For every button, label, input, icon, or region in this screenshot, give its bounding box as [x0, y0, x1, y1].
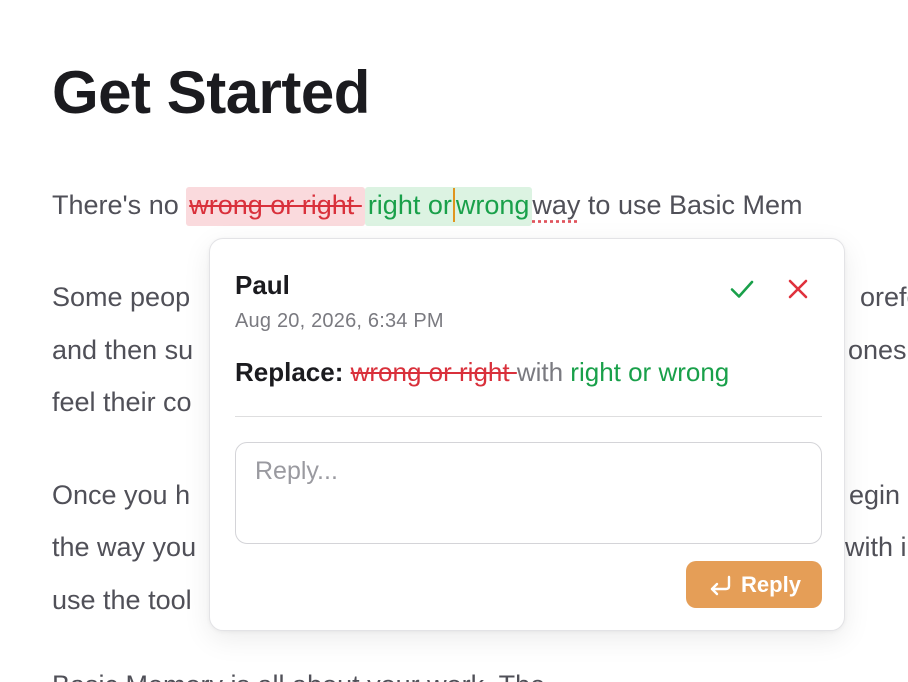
insertion-text-part1: right or	[367, 190, 452, 220]
text-cursor	[452, 188, 455, 222]
paragraph-3-line-3[interactable]: use the tool	[52, 585, 192, 616]
paragraph-3-line-1[interactable]: Once you h egin	[52, 480, 900, 511]
text-run: orefe	[860, 282, 908, 312]
text-run: Once you h	[52, 480, 191, 510]
reject-suggestion-button[interactable]	[781, 272, 815, 306]
text-run: There's no	[52, 190, 187, 220]
suggestion-comment-popover: Paul Aug 20, 2026, 6:34 PM Replace: wron…	[209, 238, 845, 631]
suggested-deletion[interactable]: wrong or right	[186, 187, 365, 226]
spellcheck-word[interactable]: way	[532, 190, 580, 220]
paragraph-2-line-2[interactable]: and then su ones	[52, 335, 907, 366]
change-description: Replace: wrong or right with right or wr…	[235, 357, 729, 388]
check-icon	[730, 280, 754, 298]
paragraph-4-line-1[interactable]: Basic Memory is all about your work. The	[52, 670, 545, 682]
divider	[235, 416, 822, 417]
comment-timestamp: Aug 20, 2026, 6:34 PM	[235, 310, 444, 332]
text-run: and then su	[52, 335, 194, 365]
accept-suggestion-button[interactable]	[725, 272, 759, 306]
text-run: ones	[848, 335, 907, 365]
return-arrow-icon	[710, 575, 731, 595]
old-text: wrong or right	[350, 357, 517, 387]
page-title: Get Started	[52, 59, 370, 126]
suggested-insertion[interactable]: right or wrong	[364, 187, 533, 226]
text-run: the way you	[52, 532, 197, 562]
with-word: with	[516, 357, 564, 387]
comment-author: Paul	[235, 270, 290, 300]
paragraph-3-line-2[interactable]: the way you with i	[52, 532, 907, 563]
reply-input[interactable]	[235, 442, 822, 544]
text-run: to use Basic Mem	[580, 190, 803, 220]
reply-button[interactable]: Reply	[686, 561, 822, 608]
new-text: right or wrong	[570, 357, 730, 387]
paragraph-2-line-1[interactable]: Some peop orefe	[52, 282, 908, 313]
text-run: with i	[845, 532, 907, 562]
text-run: use the tool	[52, 585, 192, 615]
reply-button-label: Reply	[741, 571, 801, 597]
insertion-text-part2: wrong	[455, 190, 530, 220]
text-run: Some peop	[52, 282, 191, 312]
replace-label: Replace:	[235, 357, 344, 387]
paragraph-1[interactable]: There's no wrong or right right or wrong w…	[52, 187, 803, 226]
paragraph-2-line-3[interactable]: feel their co	[52, 387, 192, 418]
close-icon	[788, 279, 808, 299]
text-run: Basic Memory is all about your work. The	[52, 670, 545, 682]
text-run: feel their co	[52, 387, 192, 417]
text-run: egin	[849, 480, 901, 510]
